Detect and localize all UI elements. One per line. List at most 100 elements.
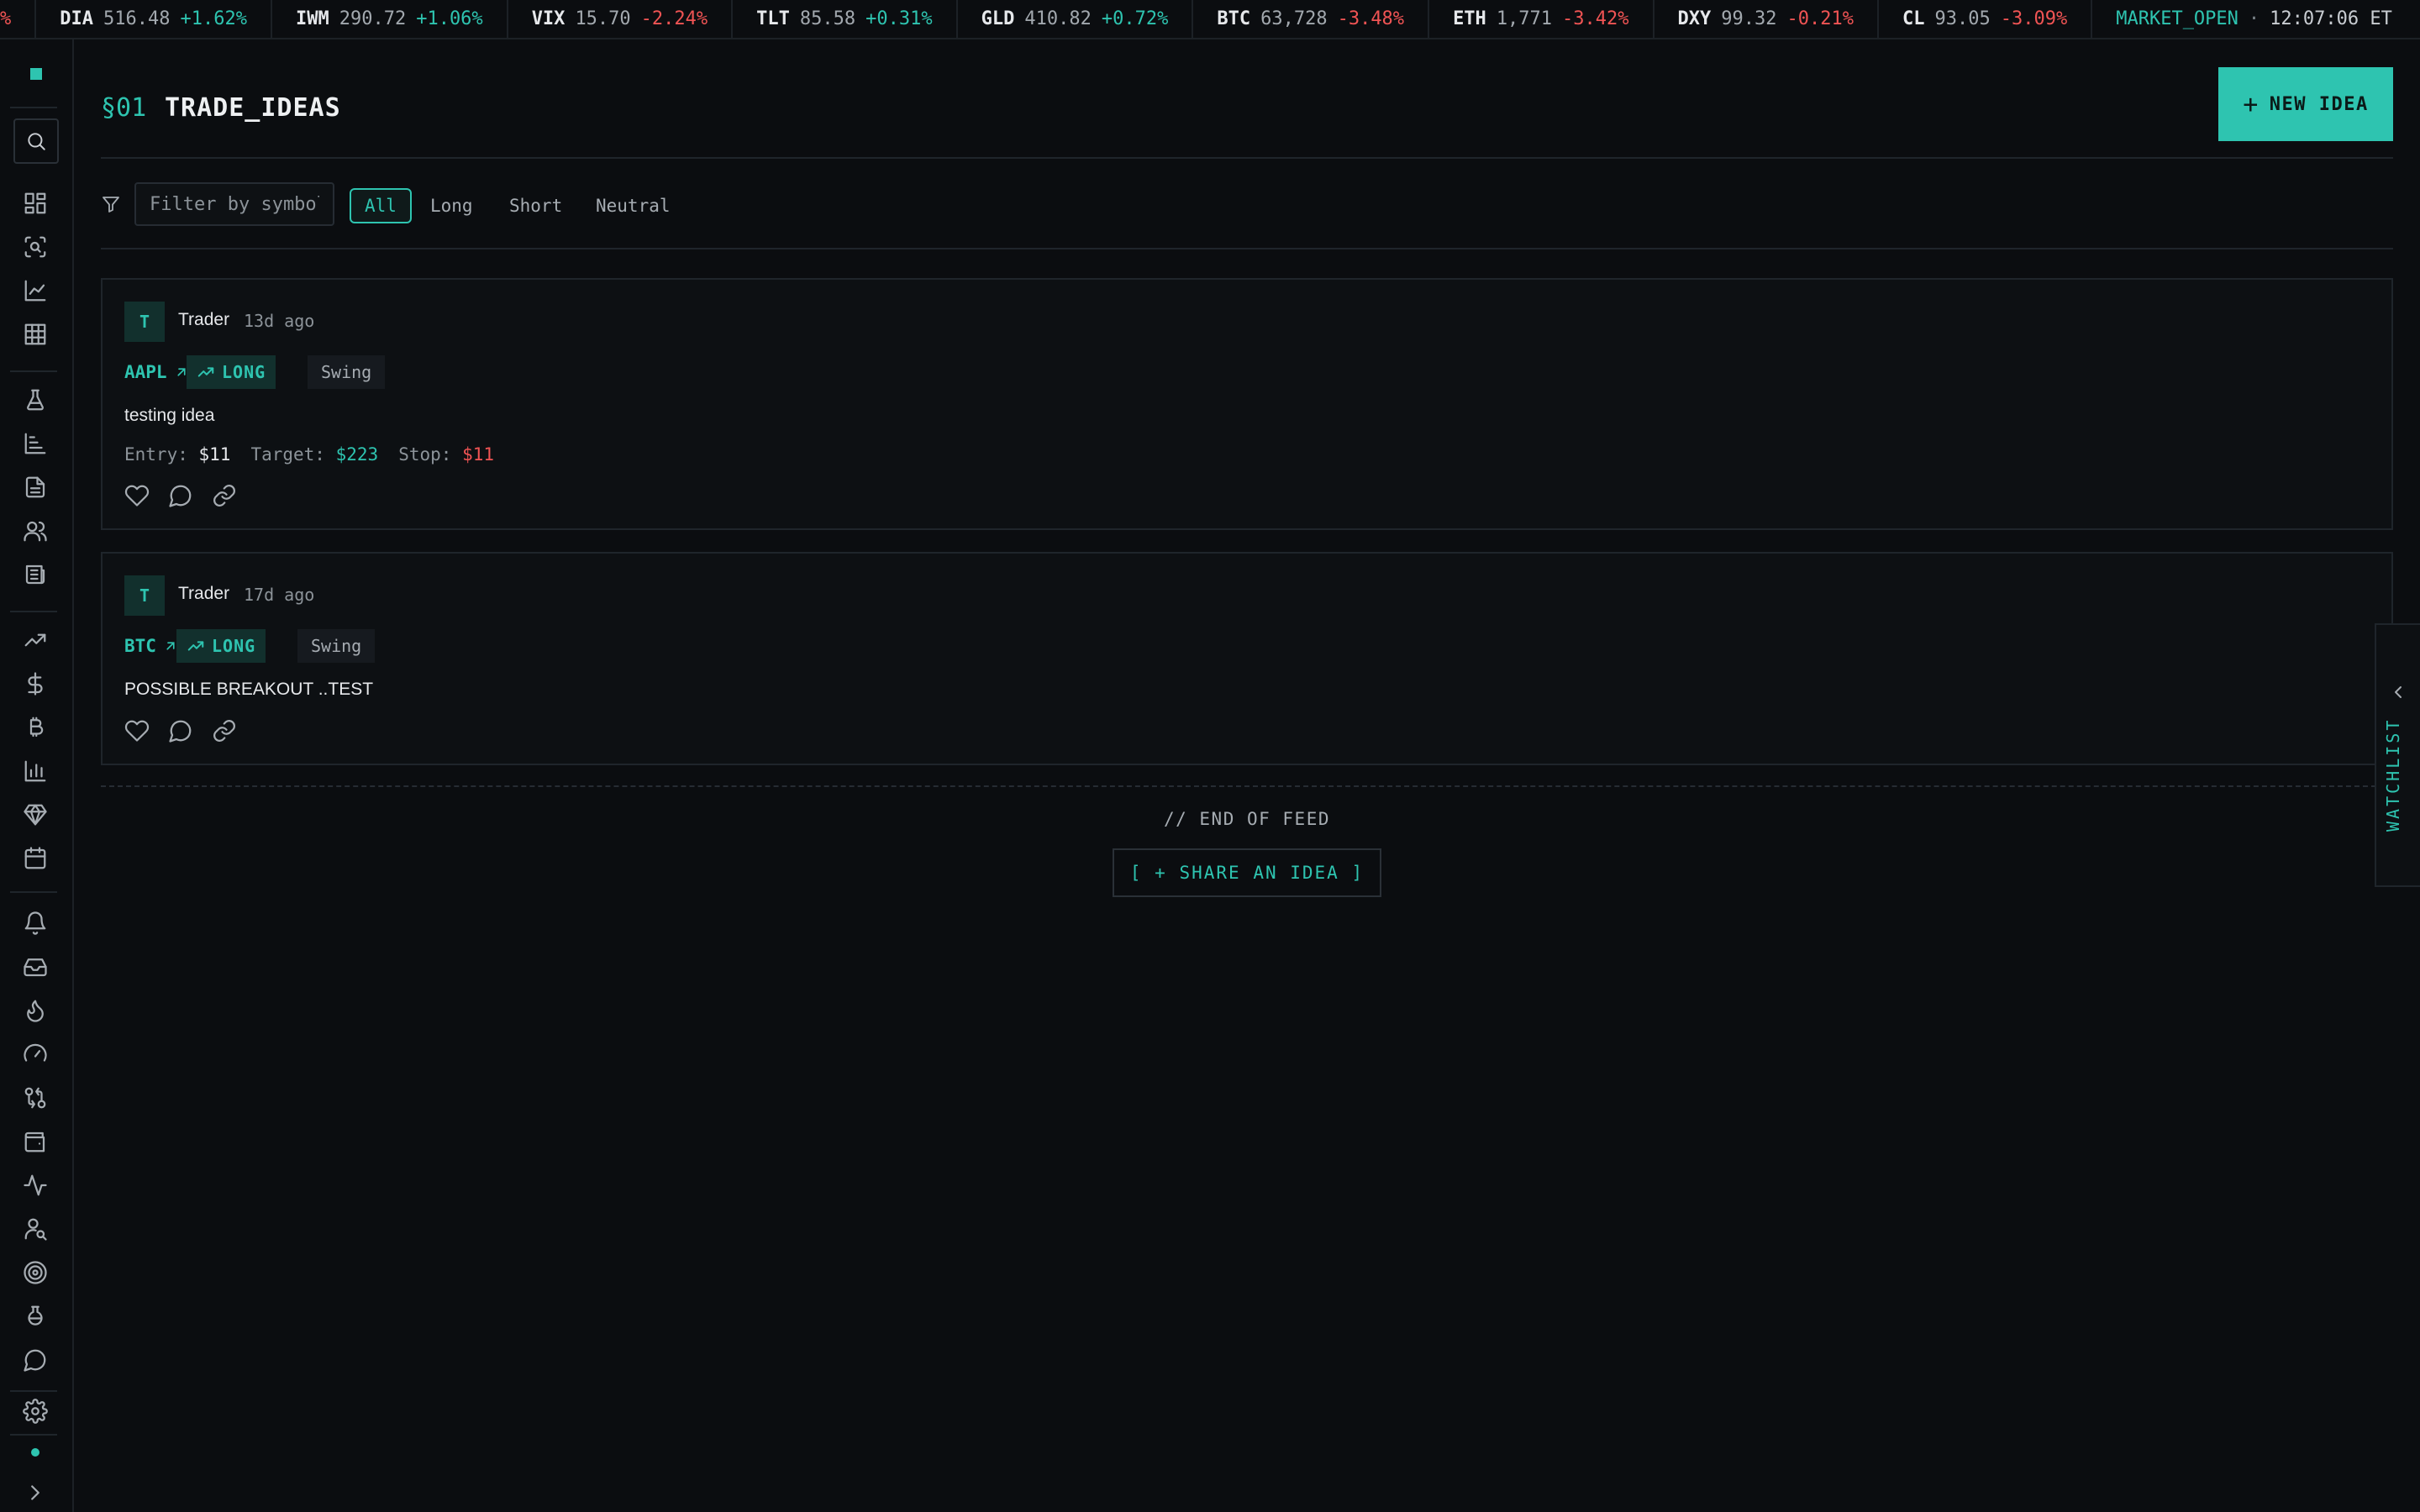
ticker-item-gld[interactable]: GLD 410.82 +0.72% (958, 0, 1194, 38)
ticker-symbol: GLD (981, 8, 1015, 29)
sidebar-divider (10, 1390, 57, 1392)
comment-button[interactable] (168, 718, 193, 743)
page-title: TRADE_IDEAS (165, 93, 341, 123)
share-link-button[interactable] (212, 718, 237, 743)
sidebar-item-compare[interactable] (22, 1084, 49, 1111)
sidebar-item-chat[interactable] (22, 1347, 49, 1373)
sidebar-item-alerts[interactable] (22, 910, 49, 937)
newspaper-icon (25, 564, 45, 585)
wallet-icon (24, 1131, 45, 1152)
logo[interactable] (30, 68, 42, 80)
sidebar-search-button[interactable] (13, 118, 59, 164)
ticker-item-dxy[interactable]: DXY 99.32 -0.21% (1655, 0, 1879, 38)
sidebar-item-reports[interactable] (22, 474, 49, 501)
sidebar-item-community[interactable] (22, 517, 49, 544)
like-button[interactable] (124, 718, 150, 743)
post-age: 17d ago (244, 585, 315, 605)
sidebar-item-trending[interactable] (22, 627, 49, 654)
idea-symbol: AAPL (124, 362, 167, 382)
sidebar-item-crypto[interactable] (22, 714, 49, 741)
sidebar-item-news[interactable] (22, 561, 49, 588)
sidebar-item-traders[interactable] (22, 1215, 49, 1242)
sidebar-expand-button[interactable] (22, 1479, 49, 1506)
market-clock: 12:07:06 ET (2270, 8, 2392, 29)
idea-symbol-link[interactable]: AAPL (124, 362, 189, 382)
like-button[interactable] (124, 483, 150, 508)
sidebar-item-targets[interactable] (22, 1259, 49, 1286)
sidebar-item-wallet[interactable] (22, 1128, 49, 1155)
timeframe-badge: Swing (297, 629, 376, 663)
avatar[interactable]: T (124, 302, 165, 342)
share-idea-button[interactable]: [ + SHARE AN IDEA ] (1113, 848, 1381, 897)
ticker-change: -3.42% (1562, 8, 1629, 29)
ticker-symbol: DXY (1677, 8, 1712, 29)
idea-symbol-link[interactable]: BTC (124, 636, 178, 656)
idea-card[interactable]: T Trader 17d ago BTC LONG Swing POSSIBLE… (101, 552, 2393, 765)
sidebar-item-inbox[interactable] (22, 953, 49, 980)
end-of-feed-label: // END OF FEED (1163, 809, 1330, 829)
share-link-button[interactable] (212, 483, 237, 508)
author-name[interactable]: Trader (178, 584, 229, 604)
ticker-item-dia[interactable]: DIA 516.48 +1.62% (36, 0, 272, 38)
sidebar-item-sentiment[interactable] (22, 1041, 49, 1068)
filter-chip-short[interactable]: Short (496, 188, 576, 223)
sidebar-item-hot[interactable] (22, 997, 49, 1024)
sidebar-item-scanner[interactable] (22, 234, 49, 260)
idea-actions (124, 483, 237, 508)
search-icon (28, 133, 45, 150)
activity-icon (24, 1174, 47, 1196)
bitcoin-icon (29, 717, 44, 738)
sidebar-item-dashboard[interactable] (22, 190, 49, 217)
sidebar-item-analytics[interactable] (22, 430, 49, 457)
filter-chip-neutral[interactable]: Neutral (582, 188, 684, 223)
ticker-symbol: ETH (1453, 8, 1486, 29)
watchlist-label: WATCHLIST (2383, 717, 2403, 832)
sidebar-divider (10, 1434, 57, 1436)
ticker-price: 410.82 (1024, 8, 1092, 29)
ticker-change: -3.09% (2000, 8, 2068, 29)
sidebar-item-activity[interactable] (22, 1172, 49, 1199)
sidebar-item-settings[interactable] (22, 1398, 49, 1425)
ticker-item-cl[interactable]: CL 93.05 -3.09% (1879, 0, 2093, 38)
idea-text: POSSIBLE BREAKOUT ..TEST (124, 680, 374, 699)
sidebar-item-grid[interactable] (22, 321, 49, 348)
ticker-item-eth[interactable]: ETH 1,771 -3.42% (1429, 0, 1655, 38)
ticker-item-btc[interactable]: BTC 63,728 -3.48% (1193, 0, 1430, 38)
idea-card[interactable]: T Trader 13d ago AAPL LONG Swing testing… (101, 278, 2393, 530)
heart-icon (124, 485, 150, 507)
ticker-item-tlt[interactable]: TLT 85.58 +0.31% (733, 0, 958, 38)
market-status: MARKET_OPEN · 12:07:06 ET (2092, 0, 2416, 38)
swap-icon (24, 1087, 46, 1109)
avatar[interactable]: T (124, 575, 165, 616)
sidebar-item-markets[interactable] (22, 758, 49, 785)
sidebar-divider (10, 107, 57, 108)
sidebar-divider (10, 891, 57, 893)
entry-value: $11 (198, 444, 231, 465)
sidebar-item-premium[interactable] (22, 801, 49, 828)
filter-chip-long[interactable]: Long (417, 188, 487, 223)
filter-chip-all[interactable]: All (350, 188, 412, 223)
author-name[interactable]: Trader (178, 310, 229, 330)
sidebar-item-experiments[interactable] (22, 1303, 49, 1330)
comment-button[interactable] (168, 483, 193, 508)
ticker-item-vix[interactable]: VIX 15.70 -2.24% (508, 0, 734, 38)
sidebar-item-charts[interactable] (22, 277, 49, 304)
ticker-item-iwm[interactable]: IWM 290.72 +1.06% (272, 0, 508, 38)
sidebar-item-calendar[interactable] (22, 845, 49, 872)
stop-level: Stop: $11 (398, 444, 494, 465)
feed-divider (101, 785, 2393, 787)
new-idea-button[interactable]: + NEW IDEA (2218, 67, 2393, 141)
link-icon (213, 485, 235, 507)
users-icon (24, 521, 47, 542)
watchlist-toggle[interactable]: WATCHLIST (2375, 623, 2420, 887)
grid-icon (24, 323, 46, 345)
sidebar-item-lab[interactable] (22, 386, 49, 413)
market-status-label: MARKET_OPEN (2116, 8, 2238, 29)
ticker-symbol: TLT (756, 8, 790, 29)
ticker-change: -3.48% (1337, 8, 1405, 29)
target-icon (24, 1261, 47, 1284)
timeframe-badge: Swing (308, 355, 386, 389)
symbol-filter-input[interactable] (134, 182, 334, 226)
sidebar-divider (10, 370, 57, 372)
sidebar-item-forex[interactable] (22, 670, 49, 697)
